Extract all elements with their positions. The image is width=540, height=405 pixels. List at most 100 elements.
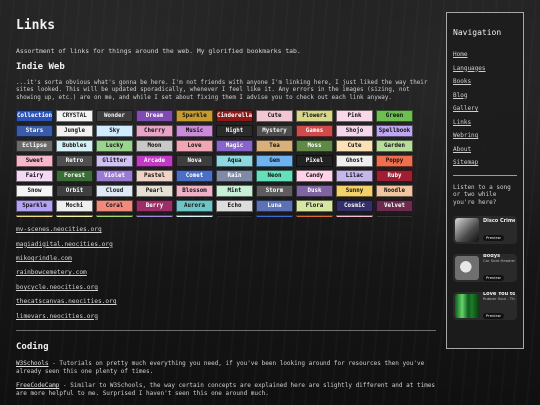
site-button[interactable]: Sparkle (16, 200, 53, 213)
site-button[interactable]: Retro (56, 155, 93, 168)
site-button[interactable]: Ember (296, 215, 333, 218)
site-button[interactable]: Pink (336, 110, 373, 123)
nav-item-about[interactable]: About (453, 143, 517, 157)
site-button[interactable]: Jelly (336, 215, 373, 218)
site-button[interactable]: Gem (256, 155, 293, 168)
site-button[interactable]: Eclipse (16, 140, 53, 153)
site-button[interactable]: Stars (16, 125, 53, 138)
site-button[interactable]: Sweet (16, 155, 53, 168)
site-button[interactable]: Garden (376, 140, 413, 153)
nav-item-blog[interactable]: Blog (453, 89, 517, 103)
site-button[interactable]: Aqua (216, 155, 253, 168)
site-button[interactable]: Forest (56, 170, 93, 183)
site-button[interactable]: Storm (256, 185, 293, 198)
site-button[interactable]: Spark (16, 215, 53, 218)
site-button[interactable]: Flowers (296, 110, 333, 123)
preview-badge[interactable]: Preview (483, 234, 504, 241)
site-button[interactable]: Green (376, 110, 413, 123)
site-button[interactable]: Iris (136, 215, 173, 218)
site-button[interactable]: Ghost (336, 155, 373, 168)
coding-link[interactable]: FreeCodeCamp (16, 382, 59, 389)
site-button[interactable]: Poppy (376, 155, 413, 168)
site-button[interactable]: Lucky (96, 140, 133, 153)
site-button[interactable]: Shadow (376, 215, 413, 218)
site-button[interactable]: Candy (296, 170, 333, 183)
site-link[interactable]: boycycle.neocities.org (16, 281, 438, 295)
site-button[interactable]: Jungle (56, 125, 93, 138)
site-button[interactable]: Glitter (96, 155, 133, 168)
site-button[interactable]: Bubbles (56, 140, 93, 153)
preview-badge[interactable]: Preview (483, 312, 504, 319)
site-button[interactable]: Crystal (176, 215, 213, 218)
site-button[interactable]: Kiwi (96, 215, 133, 218)
site-button[interactable]: Shojo (336, 125, 373, 138)
site-button[interactable]: Games (296, 125, 333, 138)
site-button[interactable]: Dusk (296, 185, 333, 198)
site-button[interactable]: Flora (296, 200, 333, 213)
site-button[interactable]: Luna (256, 200, 293, 213)
site-button[interactable]: Spellbook (376, 125, 413, 138)
site-button[interactable]: Collection (16, 110, 53, 123)
site-button[interactable]: Berry (136, 200, 173, 213)
site-button[interactable]: Pixel (216, 215, 253, 218)
site-button[interactable]: Sky (96, 125, 133, 138)
site-button[interactable]: Moss (296, 140, 333, 153)
site-button[interactable]: Fairy (16, 170, 53, 183)
site-button[interactable]: Love (176, 140, 213, 153)
site-button[interactable]: Sunny (336, 185, 373, 198)
site-button[interactable]: Mystery (256, 125, 293, 138)
site-button[interactable]: Dream (136, 110, 173, 123)
site-button[interactable]: Noodle (376, 185, 413, 198)
site-button[interactable]: Ruby (376, 170, 413, 183)
site-button[interactable]: Night (216, 125, 253, 138)
site-button[interactable]: Music (176, 125, 213, 138)
site-button[interactable]: CRYSTAL (56, 110, 93, 123)
site-button[interactable]: Neon (256, 170, 293, 183)
site-button[interactable]: Cinderella (216, 110, 253, 123)
site-button[interactable]: Magic (216, 140, 253, 153)
nav-item-home[interactable]: Home (453, 48, 517, 62)
site-button[interactable]: Blossom (176, 185, 213, 198)
site-button[interactable]: Mint (216, 185, 253, 198)
site-button[interactable]: Wonder (96, 110, 133, 123)
site-button[interactable]: Cute (256, 110, 293, 123)
site-button[interactable]: Velvet (376, 200, 413, 213)
site-link[interactable]: magiadigital.neocities.org (16, 238, 438, 252)
site-button[interactable]: Cute (336, 140, 373, 153)
site-button[interactable]: Echo (216, 200, 253, 213)
site-link[interactable]: thecatscanvas.neocities.org (16, 295, 438, 309)
site-link[interactable]: mv-scenes.neocities.org (16, 223, 438, 237)
site-button[interactable]: Snow (16, 185, 53, 198)
site-button[interactable]: Arcade (136, 155, 173, 168)
site-button[interactable]: Tea (256, 140, 293, 153)
nav-item-links[interactable]: Links (453, 116, 517, 130)
site-button[interactable]: Pastel (136, 170, 173, 183)
site-button[interactable]: Cherry (136, 125, 173, 138)
site-button[interactable]: Orbit (56, 185, 93, 198)
site-button[interactable]: Moon (136, 140, 173, 153)
site-button[interactable]: Lilac (336, 170, 373, 183)
preview-badge[interactable]: Preview (483, 274, 504, 281)
site-button[interactable]: Coral (96, 200, 133, 213)
site-button[interactable]: Aurora (176, 200, 213, 213)
site-button[interactable]: Pearl (136, 185, 173, 198)
site-button[interactable]: Pixel (296, 155, 333, 168)
site-button[interactable]: Rain (216, 170, 253, 183)
nav-item-sitemap[interactable]: Sitemap (453, 156, 517, 170)
site-button[interactable]: Cloud (96, 185, 133, 198)
nav-item-gallery[interactable]: Gallery (453, 102, 517, 116)
site-button[interactable]: Violet (96, 170, 133, 183)
coding-link[interactable]: W3Schools (16, 360, 49, 367)
site-link[interactable]: rainbowcemetery.com (16, 266, 438, 280)
site-button[interactable]: Mochi (56, 200, 93, 213)
site-button[interactable]: Nova (176, 155, 213, 168)
site-button[interactable]: Blue (256, 215, 293, 218)
song-card[interactable]: Bodys Car Seat Headrest Preview (453, 254, 517, 282)
song-card[interactable]: Disco Crime Preview (453, 216, 517, 244)
site-button[interactable]: Cosmic (336, 200, 373, 213)
site-button[interactable]: Comet (176, 170, 213, 183)
site-link[interactable]: limevars.neocities.org (16, 310, 438, 324)
nav-item-webring[interactable]: Webring (453, 129, 517, 143)
site-button[interactable]: Lemon (56, 215, 93, 218)
nav-item-languages[interactable]: Languages (453, 62, 517, 76)
